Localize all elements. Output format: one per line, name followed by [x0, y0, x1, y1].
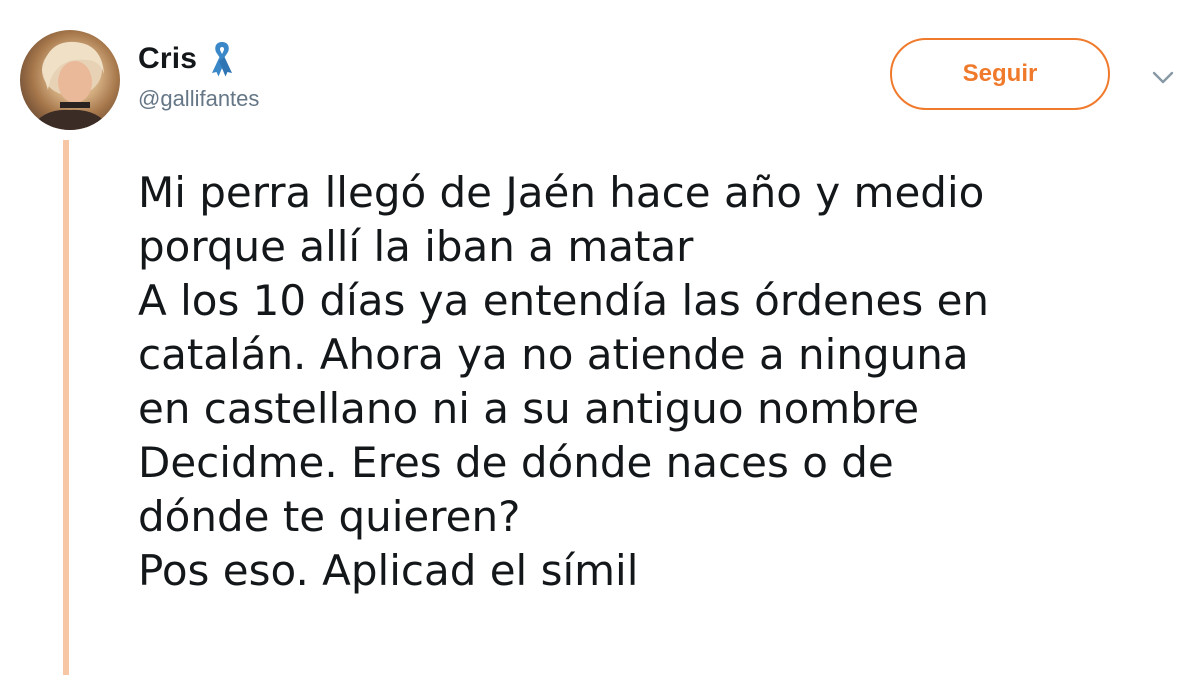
tweet-text-line: catalán. Ahora ya no atiende a ninguna: [138, 330, 969, 379]
tweet-text-line: Pos eso. Aplicad el símil: [138, 546, 639, 595]
tweet-text-line: Decidme. Eres de dónde naces o de: [138, 438, 894, 487]
display-name[interactable]: Cris: [138, 42, 197, 76]
tweet-text-line: porque allí la iban a matar: [138, 222, 694, 271]
tweet-text-line: A los 10 días ya entendía las órdenes en: [138, 276, 990, 325]
user-name-row: Cris: [138, 38, 235, 80]
avatar-photo: [30, 41, 112, 130]
tweet-text-line: dónde te quieren?: [138, 492, 521, 541]
tweet-text-line: en castellano ni a su antiguo nombre: [138, 384, 920, 433]
user-handle[interactable]: @gallifantes: [138, 86, 259, 112]
tweet-text-line: Mi perra llegó de Jaén hace año y medio: [138, 168, 985, 217]
tweet-card: Cris @gallifantes Seguir Mi perra llegó …: [0, 0, 1200, 675]
chevron-down-icon[interactable]: [1148, 62, 1178, 92]
follow-button[interactable]: Seguir: [890, 38, 1110, 110]
avatar[interactable]: [20, 30, 120, 130]
tweet-text: Mi perra llegó de Jaén hace año y medio …: [138, 166, 1178, 598]
awareness-ribbon-icon: [212, 42, 233, 77]
thread-line: [63, 140, 69, 675]
